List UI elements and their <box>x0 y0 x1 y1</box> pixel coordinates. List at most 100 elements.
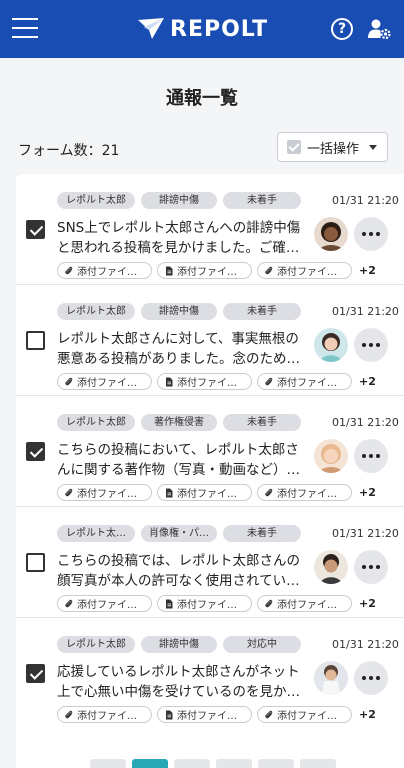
attachment-chip[interactable]: 添付ファイ… <box>257 373 352 390</box>
timestamp: 01/31 21:20 <box>332 638 399 651</box>
report-message[interactable]: レポルト太郎さんに対して、事実無根の悪意ある投稿がありました。念のため… <box>57 329 305 369</box>
avatar <box>314 550 348 584</box>
form-count: フォーム数：21 <box>18 143 120 159</box>
timestamp: 01/31 21:20 <box>332 305 399 318</box>
attachment-label: 添付ファイ… <box>177 600 237 611</box>
more-options-button[interactable] <box>354 328 388 362</box>
paperclip-icon <box>64 599 74 609</box>
more-attachments-count[interactable]: +2 <box>359 597 376 610</box>
list-item[interactable]: レポルト太… 肖像権・パ… 未着手 01/31 21:20 こちらの投稿では、レポルト太… <box>16 507 404 618</box>
report-list: レポルト太郎 誹謗中傷 未着手 01/31 21:20 SNS上でレポルト太郎さんへの誹… <box>16 174 404 768</box>
list-item[interactable]: レポルト太郎 著作権侵害 未着手 01/31 21:20 こちらの投稿において、レポルト… <box>16 396 404 507</box>
bulk-action-button[interactable]: 一括操作 <box>277 132 388 162</box>
paperclip-icon <box>264 710 274 720</box>
list-item[interactable]: レポルト太郎 誹謗中傷 未着手 01/31 21:20 レポルト太郎さんに対して、事実無… <box>16 285 404 396</box>
tag-status: 未着手 <box>223 192 301 209</box>
pagination <box>90 759 336 768</box>
caret-down-icon <box>369 144 378 150</box>
attachment-chip[interactable]: 添付ファイ… <box>257 262 352 279</box>
attachment-label: 添付ファイ… <box>77 267 137 278</box>
tag-group: レポルト太郎 誹謗中傷 未着手 <box>57 303 301 320</box>
more-attachments-count[interactable]: +2 <box>359 708 376 721</box>
more-options-button[interactable] <box>354 661 388 695</box>
attachment-chip[interactable]: 添付ファイ… <box>57 484 152 501</box>
paperclip-icon <box>64 710 74 720</box>
paper-plane-logo-icon <box>138 18 164 39</box>
item-checkbox[interactable] <box>26 553 45 572</box>
checkbox-icon <box>287 140 301 154</box>
tag-target: レポルト太郎 <box>57 414 135 431</box>
page-button[interactable] <box>90 759 126 768</box>
tag-category: 誹謗中傷 <box>141 636 217 653</box>
page-button-active[interactable] <box>132 759 168 768</box>
attachment-list: 添付ファイ… 添付ファイ… 添付ファイ… +2 <box>57 595 376 612</box>
page-button[interactable] <box>258 759 294 768</box>
report-message[interactable]: SNS上でレポルト太郎さんへの誹謗中傷と思われる投稿を見かけました。ご確… <box>57 218 305 258</box>
item-checkbox[interactable] <box>26 220 45 239</box>
attachment-chip[interactable]: 添付ファイ… <box>257 595 352 612</box>
tag-target: レポルト太… <box>57 525 135 542</box>
more-attachments-count[interactable]: +2 <box>359 375 376 388</box>
attachment-label: 添付ファイ… <box>177 711 237 722</box>
paperclip-icon <box>264 488 274 498</box>
attachment-chip[interactable]: 添付ファイ… <box>157 484 252 501</box>
attachment-chip[interactable]: 添付ファイ… <box>257 484 352 501</box>
document-icon <box>164 266 174 276</box>
attachment-label: 添付ファイ… <box>77 600 137 611</box>
report-message[interactable]: こちらの投稿では、レポルト太郎さんの顔写真が本人の許可なく使用されてい… <box>57 551 305 591</box>
timestamp: 01/31 21:20 <box>332 194 399 207</box>
list-item[interactable]: レポルト太郎 誹謗中傷 未着手 01/31 21:20 SNS上でレポルト太郎さんへの誹… <box>16 174 404 285</box>
attachment-chip[interactable]: 添付ファイ… <box>257 706 352 723</box>
report-message[interactable]: 応援しているレポルト太郎さんがネット上で心無い中傷を受けているのを見か… <box>57 662 305 702</box>
more-options-button[interactable] <box>354 550 388 584</box>
more-options-button[interactable] <box>354 439 388 473</box>
attachment-chip[interactable]: 添付ファイ… <box>157 595 252 612</box>
list-item[interactable]: レポルト太郎 誹謗中傷 対応中 01/31 21:20 応援しているレポルト太郎さんがネ… <box>16 618 404 729</box>
tag-group: レポルト太郎 著作権侵害 未着手 <box>57 414 301 431</box>
tag-category: 誹謗中傷 <box>141 192 217 209</box>
hamburger-menu-icon[interactable] <box>12 16 38 40</box>
paperclip-icon <box>264 599 274 609</box>
attachment-label: 添付ファイ… <box>177 378 237 389</box>
attachment-chip[interactable]: 添付ファイ… <box>57 595 152 612</box>
attachment-label: 添付ファイ… <box>277 267 337 278</box>
attachment-list: 添付ファイ… 添付ファイ… 添付ファイ… +2 <box>57 262 376 279</box>
attachment-chip[interactable]: 添付ファイ… <box>157 262 252 279</box>
page-button[interactable] <box>174 759 210 768</box>
report-message[interactable]: こちらの投稿において、レポルト太郎さんに関する著作物（写真・動画など）… <box>57 440 305 480</box>
attachment-label: 添付ファイ… <box>277 711 337 722</box>
attachment-label: 添付ファイ… <box>277 378 337 389</box>
paperclip-icon <box>264 377 274 387</box>
item-checkbox[interactable] <box>26 331 45 350</box>
attachment-chip[interactable]: 添付ファイ… <box>57 706 152 723</box>
user-settings-icon[interactable] <box>367 17 391 41</box>
attachment-label: 添付ファイ… <box>277 600 337 611</box>
page-button[interactable] <box>216 759 252 768</box>
bulk-action-label: 一括操作 <box>307 141 360 157</box>
attachment-chip[interactable]: 添付ファイ… <box>157 706 252 723</box>
help-icon[interactable]: ? <box>331 18 353 40</box>
app-header: REPOLT ? <box>0 0 404 58</box>
item-checkbox[interactable] <box>26 442 45 461</box>
attachment-label: 添付ファイ… <box>177 267 237 278</box>
more-attachments-count[interactable]: +2 <box>359 264 376 277</box>
avatar <box>314 217 348 251</box>
avatar <box>314 328 348 362</box>
tag-status: 未着手 <box>223 303 301 320</box>
attachment-chip[interactable]: 添付ファイ… <box>57 262 152 279</box>
item-checkbox[interactable] <box>26 664 45 683</box>
tag-status: 未着手 <box>223 414 301 431</box>
page-button[interactable] <box>300 759 336 768</box>
repolt-logo[interactable]: REPOLT <box>138 16 268 42</box>
attachment-label: 添付ファイ… <box>277 489 337 500</box>
attachment-label: 添付ファイ… <box>77 711 137 722</box>
more-options-button[interactable] <box>354 217 388 251</box>
logo-text: REPOLT <box>170 16 269 42</box>
attachment-list: 添付ファイ… 添付ファイ… 添付ファイ… +2 <box>57 373 376 390</box>
attachment-chip[interactable]: 添付ファイ… <box>57 373 152 390</box>
paperclip-icon <box>64 266 74 276</box>
tag-status: 未着手 <box>223 525 301 542</box>
attachment-chip[interactable]: 添付ファイ… <box>157 373 252 390</box>
attachment-list: 添付ファイ… 添付ファイ… 添付ファイ… +2 <box>57 484 376 501</box>
more-attachments-count[interactable]: +2 <box>359 486 376 499</box>
